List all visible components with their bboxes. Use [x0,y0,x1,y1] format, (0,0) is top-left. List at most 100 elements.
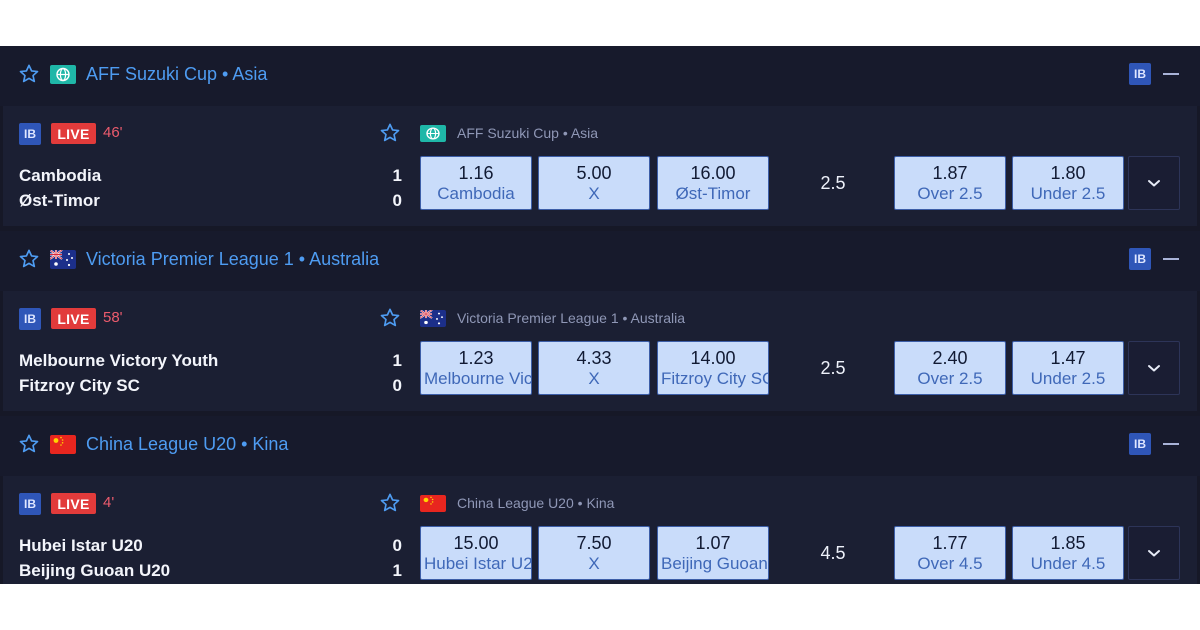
odds-button-draw[interactable]: 4.33 X [538,341,650,395]
away-score: 0 [392,376,402,395]
odds-button-under[interactable]: 1.47 Under 2.5 [1012,341,1124,395]
league-title[interactable]: Victoria Premier League 1 • Australia [86,249,379,270]
home-team[interactable]: Hubei Istar U20 [19,536,143,556]
odds-button-draw[interactable]: 7.50 X [538,526,650,580]
odds-price: 1.23 [458,348,494,368]
total-goals-line: 2.5 [820,173,846,193]
odds-price: 1.87 [932,163,968,183]
home-score: 1 [392,351,402,370]
live-badge: LIVE [51,123,96,144]
odds-selection: X [588,184,600,203]
star-outline-icon[interactable] [18,63,40,85]
away-team[interactable]: Beijing Guoan U20 [19,561,170,581]
minus-icon[interactable] [1163,73,1179,75]
more-markets-button[interactable] [1128,156,1180,210]
ib-badge: IB [19,493,41,515]
odds-selection: Over 2.5 [917,184,983,203]
event-league-name: China League U20 • Kina [457,495,615,511]
odds-selection: Under 2.5 [1030,184,1106,203]
star-outline-icon[interactable] [379,307,401,329]
minus-icon[interactable] [1163,258,1179,260]
league-title[interactable]: China League U20 • Kina [86,434,288,455]
live-badge: LIVE [51,308,96,329]
star-outline-icon[interactable] [379,492,401,514]
china-flag-icon [50,435,76,454]
odds-button-over[interactable]: 1.87 Over 2.5 [894,156,1006,210]
league-title[interactable]: AFF Suzuki Cup • Asia [86,64,267,85]
odds-price: 4.33 [576,348,612,368]
minus-icon[interactable] [1163,443,1179,445]
odds-selection: Beijing Guoan U20 [661,554,768,573]
australia-flag-icon [420,310,446,327]
chevron-down-icon [1147,363,1161,373]
odds-selection: X [588,369,600,388]
ib-badge: IB [19,123,41,145]
odds-button-home[interactable]: 1.16 Cambodia [420,156,532,210]
chevron-down-icon [1147,178,1161,188]
league-section: China League U20 • Kina IB IB LIVE 4' Ch… [0,416,1200,584]
odds-price: 14.00 [690,348,736,368]
odds-button-draw[interactable]: 5.00 X [538,156,650,210]
australia-flag-icon [50,250,76,269]
odds-price: 1.80 [1050,163,1086,183]
odds-price: 7.50 [576,533,612,553]
more-markets-button[interactable] [1128,526,1180,580]
odds-button-over[interactable]: 2.40 Over 2.5 [894,341,1006,395]
odds-button-under[interactable]: 1.85 Under 4.5 [1012,526,1124,580]
star-outline-icon[interactable] [379,122,401,144]
away-score: 0 [392,191,402,210]
odds-selection: Fitzroy City SC [661,369,768,388]
league-list: AFF Suzuki Cup • Asia IB IB LIVE 46' AFF… [0,46,1200,584]
odds-price: 1.77 [932,533,968,553]
odds-price: 1.47 [1050,348,1086,368]
odds-button-away[interactable]: 1.07Beijing Guoan U20 [657,526,769,580]
away-score: 1 [392,561,402,580]
match-minute: 58' [103,309,123,326]
event-league-name: AFF Suzuki Cup • Asia [457,125,599,141]
star-outline-icon[interactable] [18,433,40,455]
chevron-down-icon [1147,548,1161,558]
odds-button-away[interactable]: 14.00 Fitzroy City SC [657,341,769,395]
home-score: 1 [392,166,402,185]
home-team[interactable]: Cambodia [19,166,101,186]
live-badge: LIVE [51,493,96,514]
total-goals-line: 2.5 [820,358,846,378]
away-team[interactable]: Fitzroy City SC [19,376,140,396]
odds-button-under[interactable]: 1.80 Under 2.5 [1012,156,1124,210]
odds-price: 5.00 [576,163,612,183]
star-outline-icon[interactable] [18,248,40,270]
china-flag-icon [420,495,446,512]
league-header[interactable]: China League U20 • Kina IB [0,416,1200,476]
odds-button-over[interactable]: 1.77 Over 4.5 [894,526,1006,580]
odds-price: 1.85 [1050,533,1086,553]
total-goals-line: 4.5 [820,543,846,563]
odds-selection: Under 4.5 [1030,554,1106,573]
odds-selection: Over 2.5 [917,369,983,388]
league-section: AFF Suzuki Cup • Asia IB IB LIVE 46' AFF… [0,46,1200,231]
match-minute: 4' [103,494,115,511]
odds-price: 1.07 [695,533,731,553]
odds-selection: Under 2.5 [1030,369,1106,388]
odds-selection: Cambodia [437,184,515,203]
odds-button-home[interactable]: 1.23Melbourne Victory Youth [420,341,532,395]
odds-button-away[interactable]: 16.00 Øst-Timor [657,156,769,210]
odds-button-home[interactable]: 15.00 Hubei Istar U20 [420,526,532,580]
odds-selection: Hubei Istar U20 [424,554,531,573]
home-team[interactable]: Melbourne Victory Youth [19,351,218,371]
odds-price: 16.00 [690,163,736,183]
league-header[interactable]: AFF Suzuki Cup • Asia IB [0,46,1200,106]
odds-price: 2.40 [932,348,968,368]
ib-badge: IB [1129,63,1151,85]
event-league-name: Victoria Premier League 1 • Australia [457,310,685,326]
odds-selection: Øst-Timor [675,184,751,203]
ib-badge: IB [19,308,41,330]
league-section: Victoria Premier League 1 • Australia IB… [0,231,1200,416]
ib-badge: IB [1129,433,1151,455]
match-minute: 46' [103,124,123,141]
odds-selection: X [588,554,600,573]
odds-selection: Melbourne Victory Youth [424,369,531,388]
league-header[interactable]: Victoria Premier League 1 • Australia IB [0,231,1200,291]
odds-selection: Over 4.5 [917,554,983,573]
more-markets-button[interactable] [1128,341,1180,395]
away-team[interactable]: Øst-Timor [19,191,100,211]
